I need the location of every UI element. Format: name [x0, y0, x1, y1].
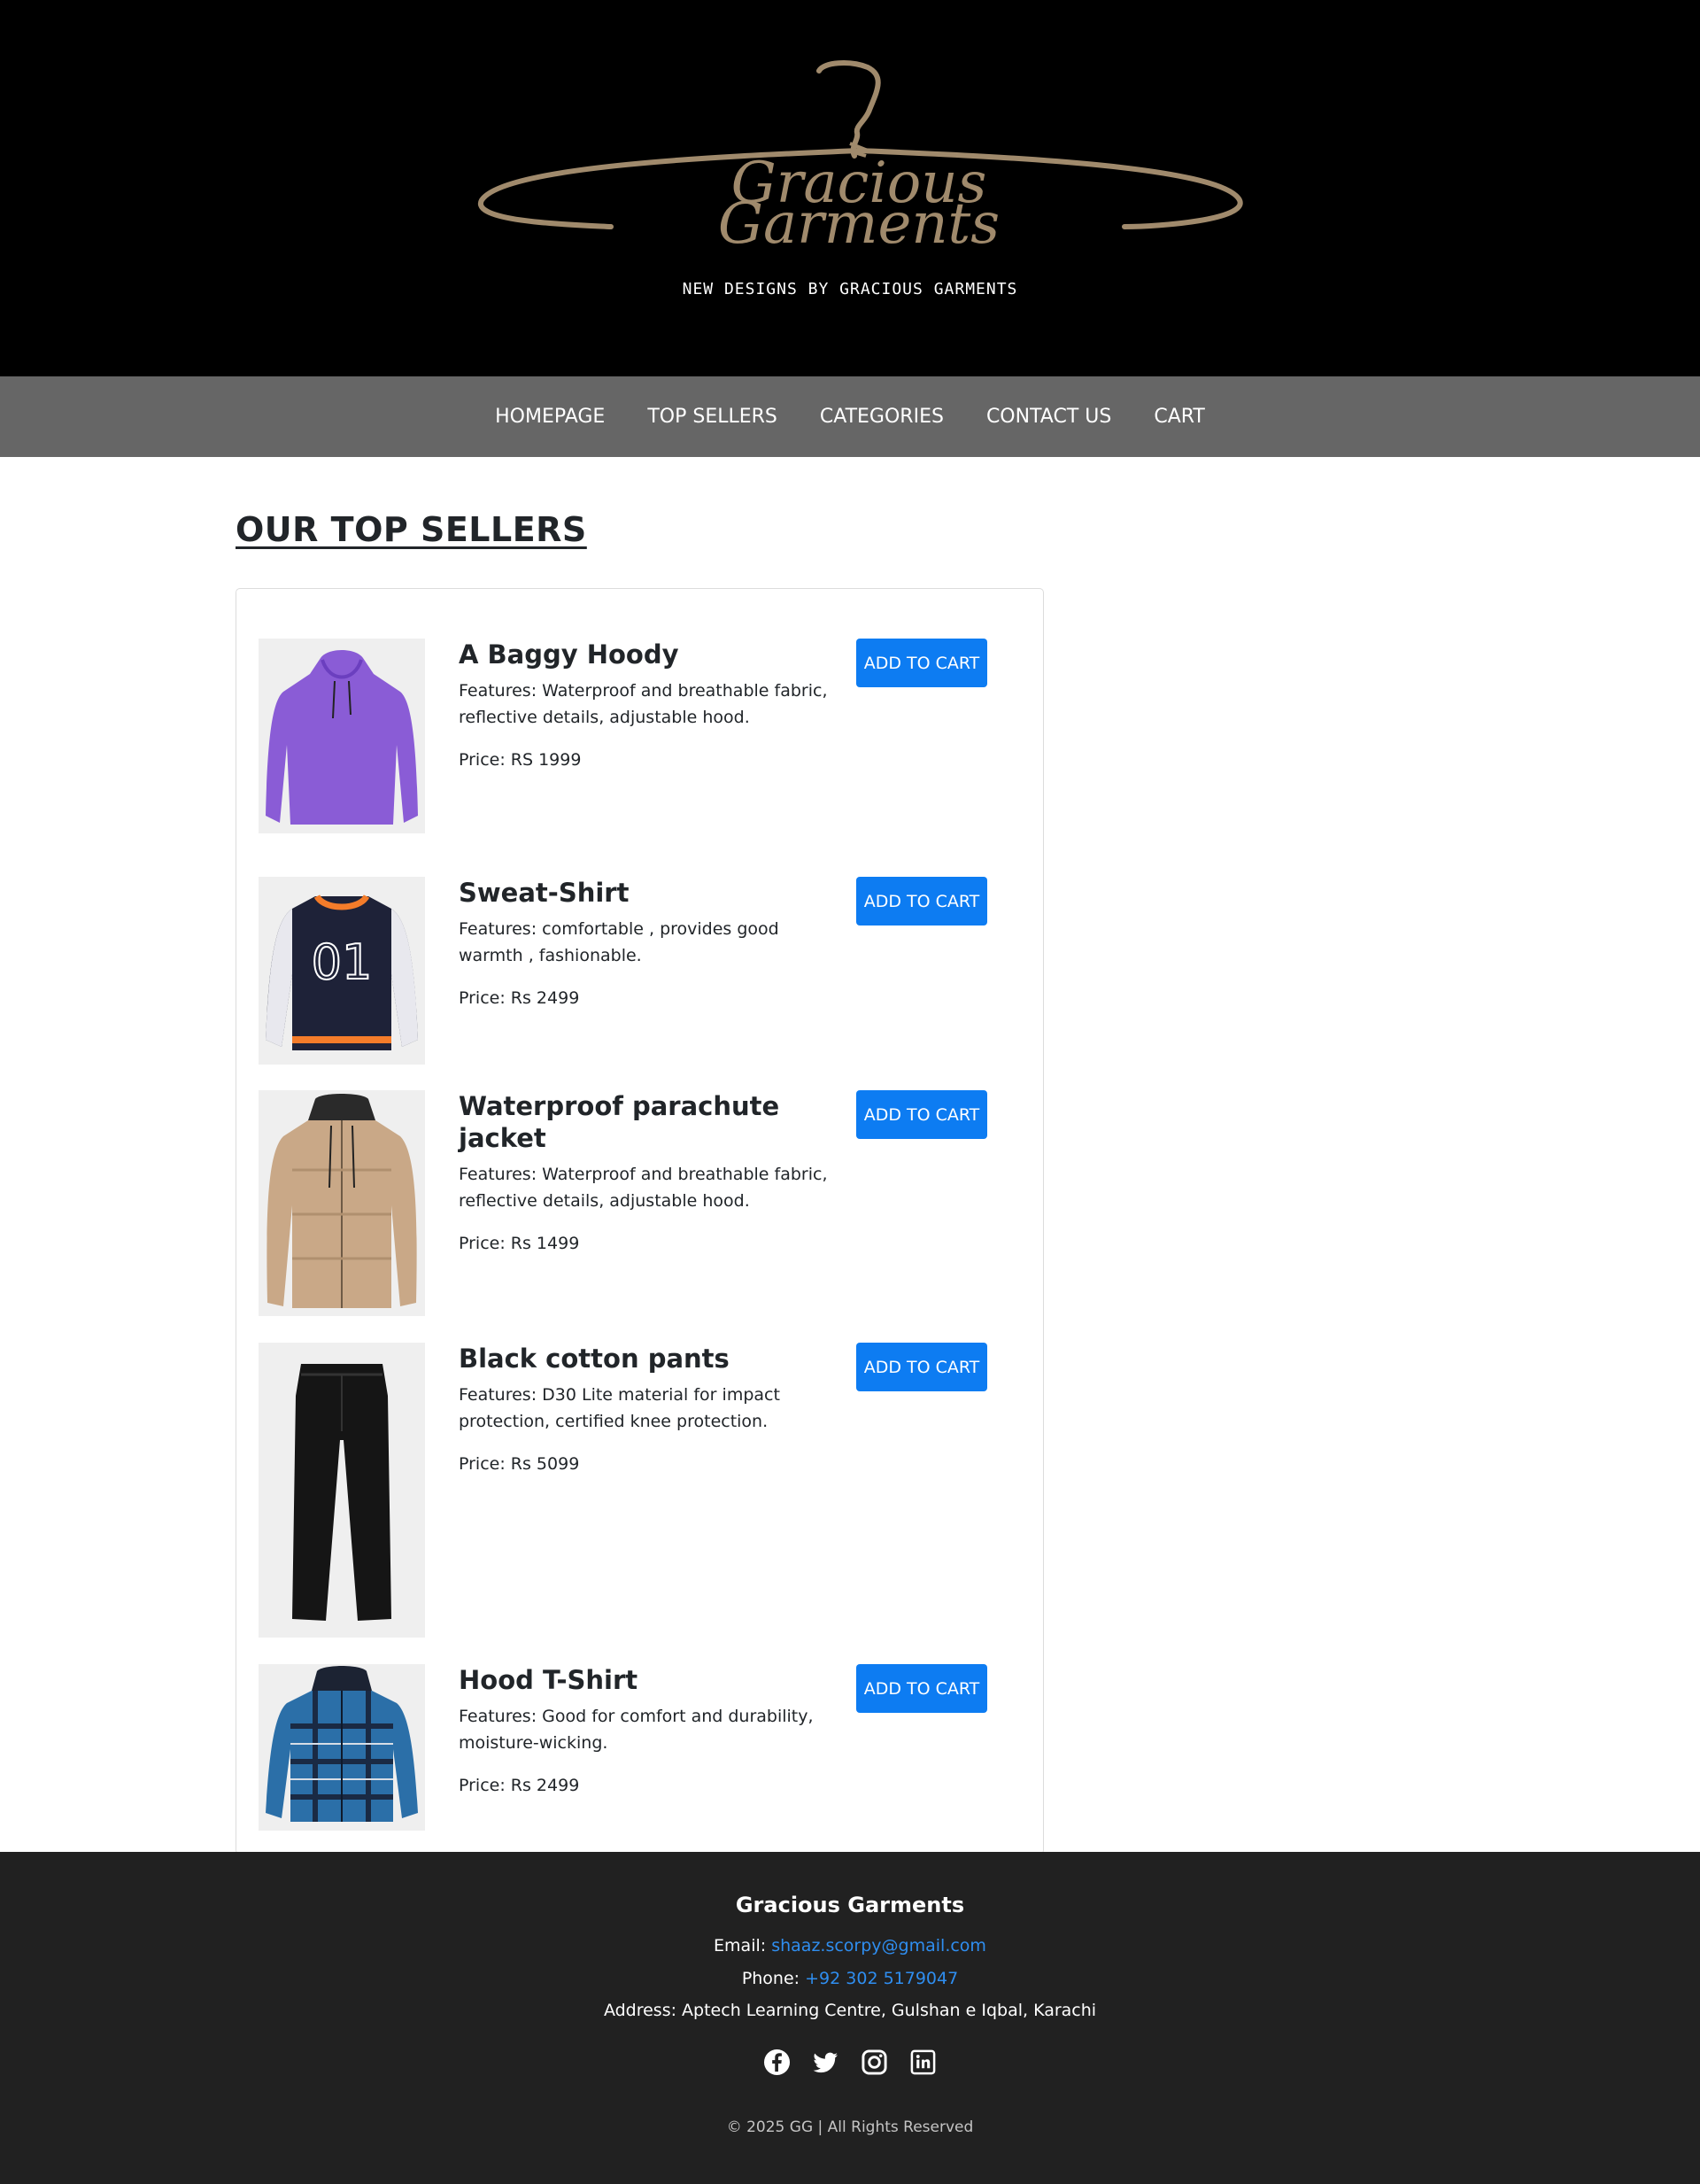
nav-cart[interactable]: CART	[1132, 406, 1226, 428]
email-link[interactable]: shaaz.scorpy@gmail.com	[771, 1936, 986, 1956]
product-item: A Baggy Hoody Features: Waterproof and b…	[236, 639, 1045, 833]
phone-link[interactable]: +92 302 5179047	[805, 1969, 958, 1988]
product-name: Waterproof parachute jacket	[459, 1091, 780, 1153]
product-name: A Baggy Hoody	[459, 639, 679, 670]
hanger-logo-icon: Gracious Garments	[477, 60, 1243, 253]
footer-brand: Gracious Garments	[735, 1893, 965, 1917]
pants-icon	[292, 1364, 391, 1621]
product-item: 01 Sweat-Shirt Features: comfortable , p…	[236, 877, 1045, 1065]
add-to-cart-button[interactable]: ADD TO CART	[856, 1664, 987, 1713]
product-item: Black cotton pants Features: D30 Lite ma…	[236, 1343, 1045, 1638]
jacket-icon	[267, 1094, 417, 1308]
svg-text:01: 01	[312, 934, 373, 990]
main-nav: HOMEPAGE TOP SELLERS CATEGORIES CONTACT …	[0, 376, 1700, 457]
product-item: Hood T-Shirt Features: Good for comfort …	[236, 1664, 1045, 1831]
flannel-shirt-icon	[266, 1666, 418, 1822]
product-features: Features: Waterproof and breathable fabr…	[459, 1165, 828, 1211]
product-image[interactable]	[259, 1090, 425, 1316]
nav-homepage[interactable]: HOMEPAGE	[474, 406, 626, 428]
product-features: Features: comfortable , provides good wa…	[459, 919, 779, 965]
product-price: Price: Rs 5099	[459, 1454, 580, 1474]
twitter-icon[interactable]	[812, 2048, 839, 2076]
product-image[interactable]: 01	[259, 877, 425, 1065]
hoodie-icon	[266, 650, 418, 825]
copyright: © 2025 GG | All Rights Reserved	[726, 2118, 974, 2136]
product-item: Waterproof parachute jacket Features: Wa…	[236, 1090, 1045, 1316]
page-title: OUR TOP SELLERS	[236, 510, 587, 549]
product-features: Features: Waterproof and breathable fabr…	[459, 681, 828, 727]
site-header: Gracious Garments NEW DESIGNS BY GRACIOU…	[0, 0, 1700, 376]
tagline: NEW DESIGNS BY GRACIOUS GARMENTS	[682, 280, 1018, 298]
add-to-cart-button[interactable]: ADD TO CART	[856, 639, 987, 687]
facebook-icon[interactable]	[763, 2048, 791, 2076]
product-name: Sweat-Shirt	[459, 878, 630, 908]
product-info: Black cotton pants Features: D30 Lite ma…	[459, 1343, 848, 1477]
product-price: Price: RS 1999	[459, 750, 582, 770]
social-links	[0, 2048, 1700, 2076]
nav-contact-us[interactable]: CONTACT US	[965, 406, 1132, 428]
product-price: Price: Rs 1499	[459, 1234, 580, 1253]
product-image[interactable]	[259, 639, 425, 833]
footer-address: Address: Aptech Learning Centre, Gulshan…	[603, 2001, 1097, 2020]
product-list-card: A Baggy Hoody Features: Waterproof and b…	[236, 588, 1044, 1855]
add-to-cart-button[interactable]: ADD TO CART	[856, 1090, 987, 1139]
product-info: Sweat-Shirt Features: comfortable , prov…	[459, 877, 848, 1011]
product-info: Hood T-Shirt Features: Good for comfort …	[459, 1664, 848, 1799]
nav-top-sellers[interactable]: TOP SELLERS	[626, 406, 799, 428]
brand-logo[interactable]: Gracious Garments	[469, 58, 1248, 253]
logo-wordmark-line2: Garments	[718, 191, 1000, 253]
product-features: Features: Good for comfort and durabilit…	[459, 1707, 814, 1753]
add-to-cart-button[interactable]: ADD TO CART	[856, 1343, 987, 1391]
product-image[interactable]	[259, 1664, 425, 1831]
product-features: Features: D30 Lite material for impact p…	[459, 1385, 780, 1431]
add-to-cart-button[interactable]: ADD TO CART	[856, 877, 987, 925]
linkedin-icon[interactable]	[909, 2048, 937, 2076]
phone-label: Phone:	[741, 1969, 800, 1988]
email-label: Email:	[714, 1936, 767, 1956]
nav-categories[interactable]: CATEGORIES	[799, 406, 965, 428]
product-image[interactable]	[259, 1343, 425, 1638]
product-price: Price: Rs 2499	[459, 988, 580, 1008]
footer-phone-line: Phone: +92 302 5179047	[0, 1969, 1700, 1988]
product-name: Black cotton pants	[459, 1344, 730, 1374]
product-name: Hood T-Shirt	[459, 1665, 638, 1695]
footer-email-line: Email: shaaz.scorpy@gmail.com	[0, 1936, 1700, 1956]
product-price: Price: Rs 2499	[459, 1776, 580, 1795]
sweatshirt-icon: 01	[266, 894, 418, 1050]
instagram-icon[interactable]	[861, 2048, 888, 2076]
product-info: Waterproof parachute jacket Features: Wa…	[459, 1090, 848, 1257]
product-info: A Baggy Hoody Features: Waterproof and b…	[459, 639, 848, 773]
